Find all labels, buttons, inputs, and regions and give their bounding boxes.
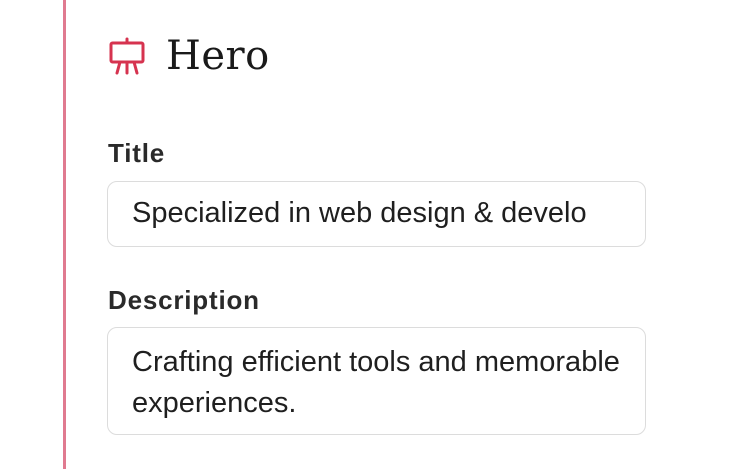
section-header: Hero	[107, 32, 270, 80]
description-text: Crafting efficient tools and memorable e…	[132, 346, 620, 419]
section-title: Hero	[166, 33, 270, 79]
accent-bar	[63, 0, 66, 469]
description-label: Description	[108, 285, 260, 315]
title-input[interactable]: Specialized in web design & develo	[107, 181, 646, 247]
title-label: Title	[108, 138, 165, 168]
hero-editor-panel: Hero Title Specialized in web design & d…	[0, 0, 750, 469]
description-textarea[interactable]: Crafting efficient tools and memorable e…	[107, 327, 646, 435]
resize-handle-icon[interactable]	[634, 423, 642, 431]
easel-icon	[107, 36, 147, 76]
